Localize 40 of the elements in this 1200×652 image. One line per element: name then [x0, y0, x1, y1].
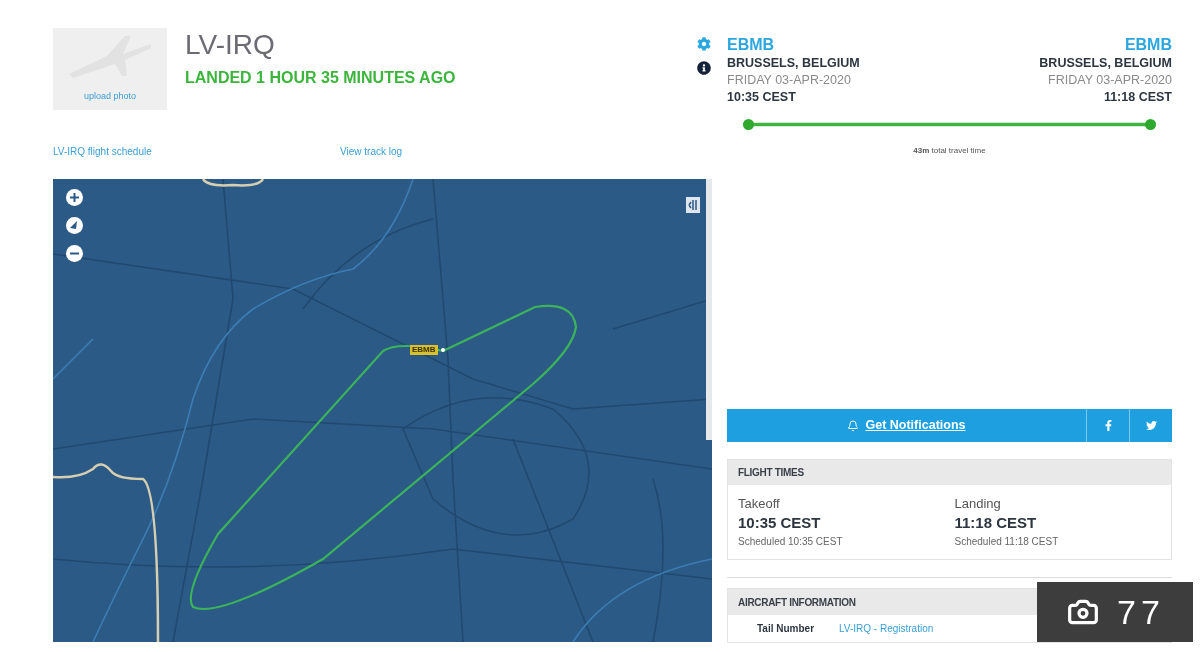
flight-schedule-link[interactable]: LV-IRQ flight schedule: [53, 145, 340, 159]
airport-city: BRUSSELS, BELGIUM: [727, 55, 860, 72]
flight-date: FRIDAY 03-APR-2020: [727, 72, 851, 89]
airport-dot-icon: [441, 348, 445, 352]
settings-icon[interactable]: [697, 37, 711, 51]
scrollbar[interactable]: [706, 179, 712, 440]
airport-label: EBMB: [410, 345, 438, 355]
flight-status: LANDED 1 HOUR 35 MINUTES AGO: [185, 68, 456, 88]
time-label: Landing: [954, 495, 1001, 513]
scheduled-time: Scheduled 10:35 CEST: [738, 535, 843, 549]
compass-icon[interactable]: [66, 217, 83, 234]
twitter-icon: [1145, 420, 1157, 431]
registration-link[interactable]: LV-IRQ - Registration: [839, 621, 934, 636]
actual-time: 10:35 CEST: [738, 513, 821, 533]
track-log-link[interactable]: View track log: [340, 145, 403, 159]
flight-date: FRIDAY 03-APR-2020: [1048, 72, 1172, 89]
airport-code-link[interactable]: EBMB: [727, 35, 775, 55]
aircraft-registration: LV-IRQ: [185, 30, 275, 60]
airport-city: BRUSSELS, BELGIUM: [1039, 55, 1172, 72]
origin-dot-icon: [743, 119, 754, 130]
destination-dot-icon: [1145, 119, 1156, 130]
upload-photo-link[interactable]: upload photo: [83, 90, 137, 102]
actual-time: 11:18 CEST: [954, 513, 1037, 533]
travel-time: 43m total travel time: [913, 145, 986, 157]
zoom-in-icon[interactable]: [66, 189, 83, 206]
airport-code-link[interactable]: EBMB: [1124, 35, 1172, 55]
photo-count: 77: [1117, 593, 1165, 631]
info-label: Tail Number: [757, 622, 816, 636]
time-label: Takeoff: [738, 495, 780, 513]
photo-count-badge[interactable]: 77: [1037, 582, 1193, 642]
flight-time: 11:18 CEST: [1103, 89, 1172, 106]
facebook-icon: [1103, 420, 1113, 431]
flight-time: 10:35 CEST: [727, 89, 796, 106]
vertical-bars-icon[interactable]: [686, 197, 700, 213]
bell-icon: [847, 419, 860, 432]
scheduled-time: Scheduled 11:18 CEST: [954, 535, 1059, 549]
info-icon[interactable]: [697, 61, 711, 75]
section-title: AIRCRAFT INFORMATION: [738, 595, 856, 610]
section-title: FLIGHT TIMES: [738, 466, 804, 480]
zoom-out-icon[interactable]: [66, 245, 83, 262]
